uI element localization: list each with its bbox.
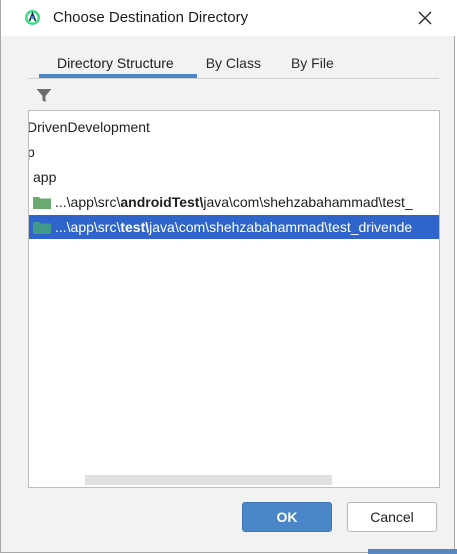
close-button[interactable] [407,2,443,34]
folder-icon [33,221,51,234]
tree-toolbar [28,80,439,110]
tree-row-label: DrivenDevelopment [28,119,150,135]
tree-row-path-prefix: ...\app\src\ [55,219,121,235]
tree-row-app[interactable]: app [33,165,439,189]
cancel-button[interactable]: Cancel [347,502,437,532]
background-window-edge [368,549,457,554]
tree-row-path-prefix: ...\app\src\ [55,194,121,210]
tree-row-path-bold: androidTest\ [120,194,204,210]
dialog-title: Choose Destination Directory [53,9,249,26]
choose-destination-dialog: Choose Destination Directory Directory S… [0,0,456,553]
ok-button[interactable]: OK [242,502,332,532]
close-icon [418,11,432,25]
tab-label: By File [290,55,334,71]
tree-row-test[interactable]: ...\app\src\ test\ java\com\shehzabahammad… [29,215,439,239]
title-bar: Choose Destination Directory [1,0,456,36]
tree-row-label: app [33,169,57,185]
tree-row-androidtest[interactable]: ...\app\src\ androidTest\ java\com\shehzab… [33,190,439,214]
tab-by-class[interactable]: By Class [191,53,276,79]
android-studio-icon [25,10,40,25]
tree-row-module[interactable]: p [29,140,437,164]
tab-divider [28,78,439,79]
tab-label: Directory Structure [57,55,174,71]
tab-label: By Class [205,55,261,71]
tree-row-path-suffix: java\com\shehzabahammad\test_drivende [149,219,413,235]
tree-row-project[interactable]: DrivenDevelopment [28,115,437,139]
filter-button[interactable] [35,86,53,104]
tree-row-label: p [29,144,35,160]
tree-row-path-suffix: java\com\shehzabahammad\test_ [203,194,413,210]
horizontal-scrollbar-thumb[interactable] [85,475,332,485]
directory-tree[interactable]: DrivenDevelopment p app ...\app\src\andr… [28,110,440,488]
tree-row-path-bold: test\ [120,219,150,235]
tab-by-file[interactable]: By File [276,53,334,79]
folder-icon [33,196,51,209]
filter-icon [36,88,52,102]
